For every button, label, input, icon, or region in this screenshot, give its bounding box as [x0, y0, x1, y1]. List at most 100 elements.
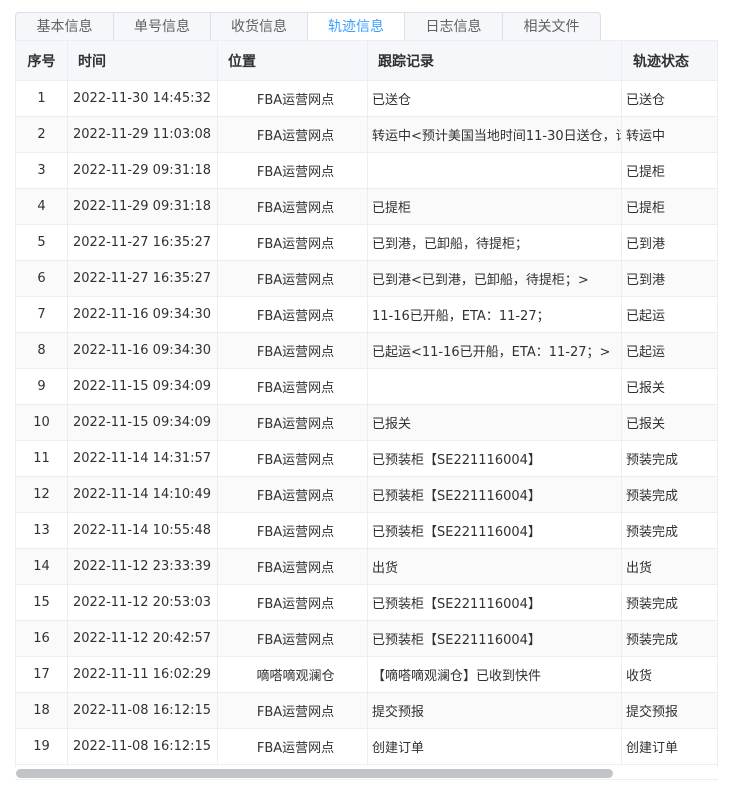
row-time: 2022-11-27 16:35:27: [68, 261, 218, 296]
row-tracking-record: 出货: [368, 549, 622, 584]
header-location: 位置: [218, 41, 368, 80]
row-track-status: 预装完成: [622, 585, 717, 620]
row-tracking-record: 11-16已开船，ETA：11-27；: [368, 297, 622, 332]
row-index: 8: [16, 333, 68, 368]
horizontal-scrollbar-thumb[interactable]: [16, 769, 613, 778]
row-time: 2022-11-08 16:12:15: [68, 693, 218, 728]
row-track-status: 已提柜: [622, 189, 717, 224]
row-time: 2022-11-27 16:35:27: [68, 225, 218, 260]
row-track-status: 转运中: [622, 117, 717, 152]
table-row: 8 2022-11-16 09:34:30 FBA运营网点 已起运<11-16已开船，…: [16, 333, 717, 369]
table-row: 16 2022-11-12 20:42:57 FBA运营网点 已预装柜【SE22111…: [16, 621, 717, 657]
row-tracking-record: 已提柜: [368, 189, 622, 224]
row-time: 2022-11-12 20:42:57: [68, 621, 218, 656]
table-row: 1 2022-11-30 14:45:32 FBA运营网点 已送仓 已送仓: [16, 81, 717, 117]
row-index: 2: [16, 117, 68, 152]
row-tracking-record: 创建订单: [368, 729, 622, 764]
row-track-status: 预装完成: [622, 513, 717, 548]
row-track-status: 已到港: [622, 225, 717, 260]
row-index: 19: [16, 729, 68, 764]
row-track-status: 收货: [622, 657, 717, 692]
row-tracking-record: 已报关: [368, 405, 622, 440]
row-location: FBA运营网点: [218, 297, 368, 332]
row-track-status: 已提柜: [622, 153, 717, 188]
row-time: 2022-11-08 16:12:15: [68, 729, 218, 764]
row-location: 嘀嗒嘀观澜仓: [218, 657, 368, 692]
tab-receiving-info[interactable]: 收货信息: [211, 13, 308, 41]
row-tracking-record: 转运中<预计美国当地时间11-30日送仓，请: [368, 117, 622, 152]
row-location: FBA运营网点: [218, 621, 368, 656]
row-time: 2022-11-14 14:31:57: [68, 441, 218, 476]
row-tracking-record: 提交预报: [368, 693, 622, 728]
tab-related-files[interactable]: 相关文件: [503, 13, 600, 41]
row-tracking-record: 已预装柜【SE221116004】: [368, 441, 622, 476]
table-row: 11 2022-11-14 14:31:57 FBA运营网点 已预装柜【SE22111…: [16, 441, 717, 477]
row-location: FBA运营网点: [218, 81, 368, 116]
tab-bar: 基本信息 单号信息 收货信息 轨迹信息 日志信息 相关文件: [15, 12, 601, 42]
row-time: 2022-11-16 09:34:30: [68, 333, 218, 368]
row-index: 9: [16, 369, 68, 404]
table-row: 4 2022-11-29 09:31:18 FBA运营网点 已提柜 已提柜: [16, 189, 717, 225]
row-index: 15: [16, 585, 68, 620]
row-index: 14: [16, 549, 68, 584]
table-row: 18 2022-11-08 16:12:15 FBA运营网点 提交预报 提交预报: [16, 693, 717, 729]
table-row: 7 2022-11-16 09:34:30 FBA运营网点 11-16已开船，ETA：…: [16, 297, 717, 333]
table-row: 13 2022-11-14 10:55:48 FBA运营网点 已预装柜【SE22111…: [16, 513, 717, 549]
row-index: 4: [16, 189, 68, 224]
tracking-table-body: 序号 时间 位置 跟踪记录 轨迹状态 1 2022-11-30 14:45:32 F…: [16, 41, 717, 765]
row-time: 2022-11-30 14:45:32: [68, 81, 218, 116]
row-index: 7: [16, 297, 68, 332]
row-location: FBA运营网点: [218, 333, 368, 368]
row-index: 1: [16, 81, 68, 116]
row-time: 2022-11-12 20:53:03: [68, 585, 218, 620]
row-tracking-record: [368, 369, 622, 404]
table-row: 5 2022-11-27 16:35:27 FBA运营网点 已到港，已卸船，待提柜；已…: [16, 225, 717, 261]
row-time: 2022-11-29 09:31:18: [68, 189, 218, 224]
row-track-status: 已起运: [622, 297, 717, 332]
row-time: 2022-11-12 23:33:39: [68, 549, 218, 584]
row-tracking-record: 已起运<11-16已开船，ETA：11-27；>: [368, 333, 622, 368]
header-tracking-record: 跟踪记录: [368, 41, 622, 80]
tab-number-info[interactable]: 单号信息: [114, 13, 211, 41]
row-time: 2022-11-29 09:31:18: [68, 153, 218, 188]
row-location: FBA运营网点: [218, 729, 368, 764]
tab-basic-info[interactable]: 基本信息: [16, 13, 114, 41]
row-track-status: 预装完成: [622, 621, 717, 656]
row-time: 2022-11-15 09:34:09: [68, 369, 218, 404]
header-track-status: 轨迹状态: [622, 41, 717, 80]
row-track-status: 出货: [622, 549, 717, 584]
row-tracking-record: 已到港<已到港，已卸船，待提柜；>: [368, 261, 622, 296]
row-index: 5: [16, 225, 68, 260]
row-tracking-record: 已预装柜【SE221116004】: [368, 585, 622, 620]
row-track-status: 提交预报: [622, 693, 717, 728]
table-row: 19 2022-11-08 16:12:15 FBA运营网点 创建订单 创建订单: [16, 729, 717, 765]
row-location: FBA运营网点: [218, 477, 368, 512]
tab-tracking-info[interactable]: 轨迹信息: [308, 13, 405, 42]
row-time: 2022-11-14 10:55:48: [68, 513, 218, 548]
row-location: FBA运营网点: [218, 225, 368, 260]
row-index: 3: [16, 153, 68, 188]
table-row: 2 2022-11-29 11:03:08 FBA运营网点 转运中<预计美国当地时间1…: [16, 117, 717, 153]
table-row: 17 2022-11-11 16:02:29 嘀嗒嘀观澜仓 【嘀嗒嘀观澜仓】已收到快件…: [16, 657, 717, 693]
table-row: 15 2022-11-12 20:53:03 FBA运营网点 已预装柜【SE22111…: [16, 585, 717, 621]
horizontal-scrollbar[interactable]: [15, 767, 718, 779]
row-tracking-record: 已送仓: [368, 81, 622, 116]
row-tracking-record: 已到港，已卸船，待提柜；: [368, 225, 622, 260]
row-location: FBA运营网点: [218, 693, 368, 728]
row-time: 2022-11-11 16:02:29: [68, 657, 218, 692]
row-index: 11: [16, 441, 68, 476]
row-time: 2022-11-16 09:34:30: [68, 297, 218, 332]
row-tracking-record: 已预装柜【SE221116004】: [368, 513, 622, 548]
row-location: FBA运营网点: [218, 369, 368, 404]
table-row: 6 2022-11-27 16:35:27 FBA运营网点 已到港<已到港，已卸船，待…: [16, 261, 717, 297]
table-header-row: 序号 时间 位置 跟踪记录 轨迹状态: [16, 41, 717, 81]
row-index: 17: [16, 657, 68, 692]
row-tracking-record: 已预装柜【SE221116004】: [368, 477, 622, 512]
table-row: 10 2022-11-15 09:34:09 FBA运营网点 已报关 已报关: [16, 405, 717, 441]
row-index: 6: [16, 261, 68, 296]
row-track-status: 已报关: [622, 369, 717, 404]
header-time: 时间: [68, 41, 218, 80]
row-track-status: 已送仓: [622, 81, 717, 116]
row-index: 13: [16, 513, 68, 548]
tab-log-info[interactable]: 日志信息: [405, 13, 503, 41]
